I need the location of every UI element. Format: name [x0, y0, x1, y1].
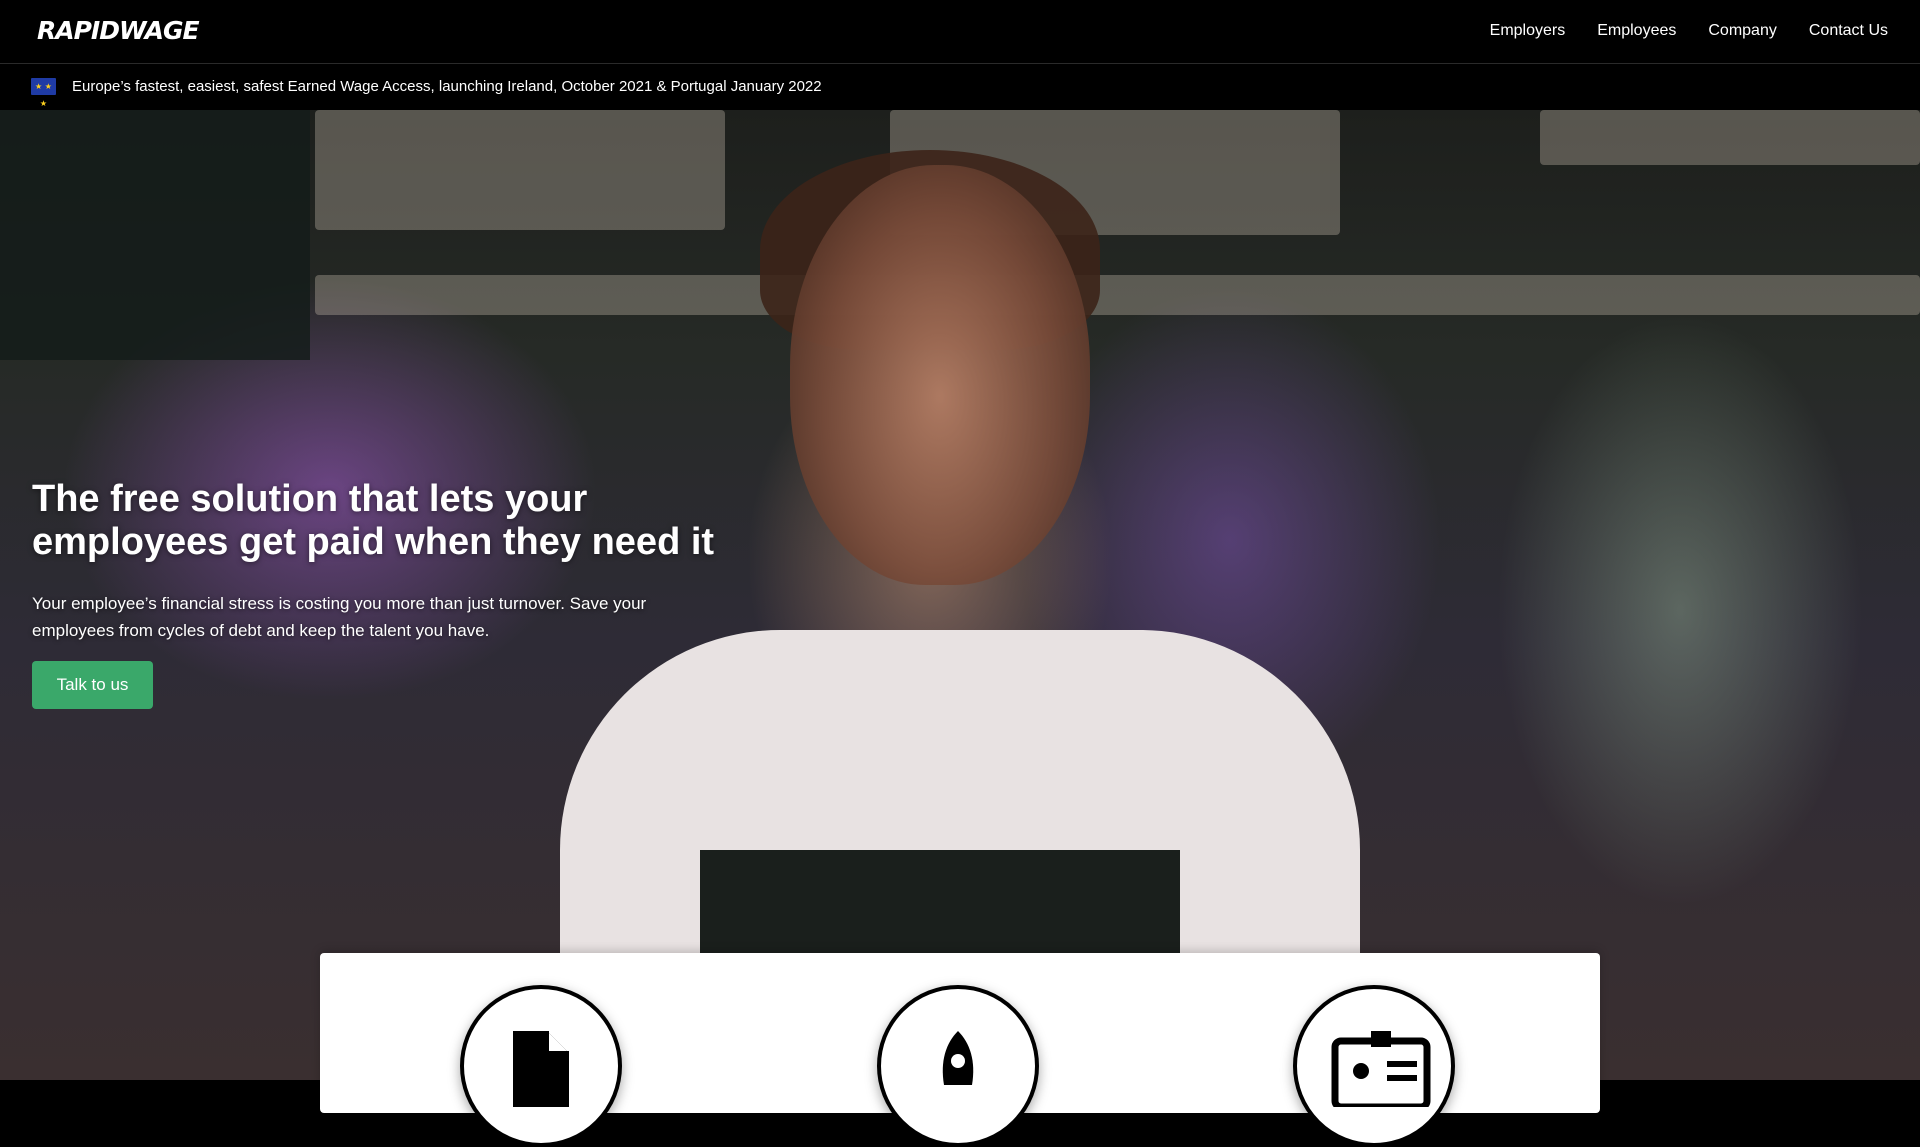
nav-company[interactable]: Company	[1708, 22, 1776, 40]
main-nav: Employers Employees Company Contact Us	[1458, 0, 1888, 62]
background-menu-board	[315, 110, 725, 230]
hero-section: The free solution that lets your employe…	[0, 110, 1920, 1080]
eu-flag-icon: ★ ★ ★	[31, 78, 56, 108]
background-menu-board	[1540, 110, 1920, 165]
background-chalkboard	[0, 110, 310, 360]
rocket-icon	[877, 985, 1039, 1147]
nav-contact-us[interactable]: Contact Us	[1809, 22, 1888, 40]
site-header: RAPIDWAGE Employers Employees Company Co…	[0, 0, 1920, 64]
hero-title: The free solution that lets your employe…	[32, 478, 715, 563]
hero-subtitle: Your employee’s financial stress is cost…	[32, 594, 647, 640]
nav-employers[interactable]: Employers	[1490, 22, 1566, 40]
announcement-bar: ★ ★ ★ Europe’s fastest, easiest, safest …	[0, 64, 1920, 110]
document-icon	[460, 985, 622, 1147]
logo[interactable]: RAPIDWAGE	[37, 16, 200, 45]
background-menu-strip	[315, 275, 1920, 315]
nav-employees[interactable]: Employees	[1597, 22, 1676, 40]
hero-person-face	[790, 165, 1090, 585]
id-card-icon	[1293, 985, 1455, 1147]
features-card	[320, 953, 1600, 1147]
talk-to-us-button[interactable]: Talk to us	[32, 661, 153, 709]
announcement-text: Europe’s fastest, easiest, safest Earned…	[72, 78, 822, 95]
